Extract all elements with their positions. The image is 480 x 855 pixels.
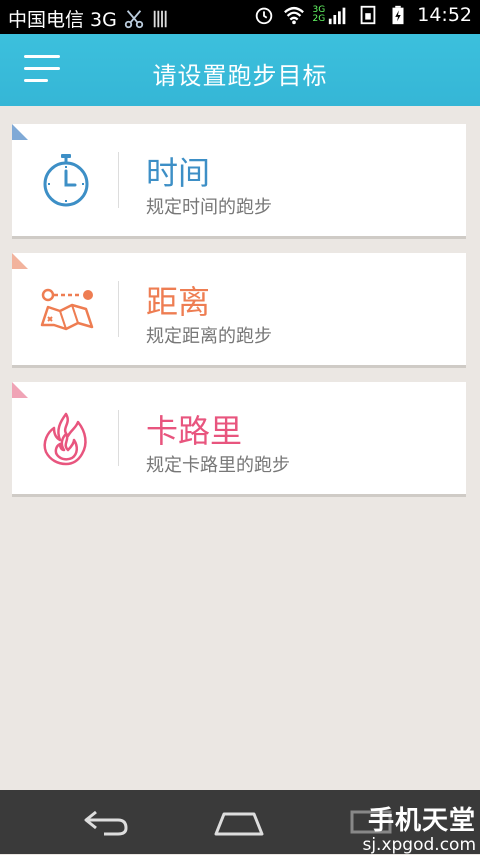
stopwatch-icon [43, 154, 89, 207]
page-title: 请设置跑步目标 [152, 62, 328, 90]
card-divider [118, 281, 119, 337]
goal-name-distance: 距离 [146, 283, 211, 321]
watermark-brand: 手机天堂 [367, 806, 476, 836]
goal-desc-calories: 规定卡路里的跑步 [146, 455, 290, 476]
goal-name-calories: 卡路里 [146, 412, 243, 450]
card-divider [118, 152, 119, 208]
card-divider [118, 410, 119, 466]
battery-icon [392, 5, 404, 25]
app-header: 请设置跑步目标 [0, 34, 480, 106]
status-bar: 中国电信 3G 3G 2G 14:52 [0, 0, 480, 34]
wifi-icon [283, 6, 304, 25]
network-2g-label: 2G [312, 14, 326, 24]
clock-time: 14:52 [417, 4, 472, 26]
watermark-url: sj.xpgod.com [362, 835, 476, 855]
signal-icon [329, 7, 346, 25]
scissors-icon [124, 9, 144, 28]
network-type-indicator: 3G 2G [313, 6, 326, 24]
sim-icon [360, 5, 376, 25]
goal-desc-time: 规定时间的跑步 [146, 197, 272, 218]
map-route-icon [40, 288, 94, 331]
goal-card-distance[interactable]: 距离 规定距离的跑步 [12, 253, 466, 365]
back-arrow-icon[interactable] [80, 804, 134, 840]
carrier-label: 中国电信 3G [8, 9, 117, 31]
goal-desc-distance: 规定距离的跑步 [146, 326, 272, 347]
barcode-icon [153, 10, 167, 27]
home-icon[interactable] [212, 804, 266, 840]
goal-name-time: 时间 [146, 154, 211, 192]
flame-icon [43, 412, 87, 466]
alarm-icon [255, 7, 272, 25]
goal-card-time[interactable]: 时间 规定时间的跑步 [12, 124, 466, 236]
goal-card-calories[interactable]: 卡路里 规定卡路里的跑步 [12, 382, 466, 494]
watermark: 手机天堂 sj.xpgod.com [362, 800, 476, 855]
